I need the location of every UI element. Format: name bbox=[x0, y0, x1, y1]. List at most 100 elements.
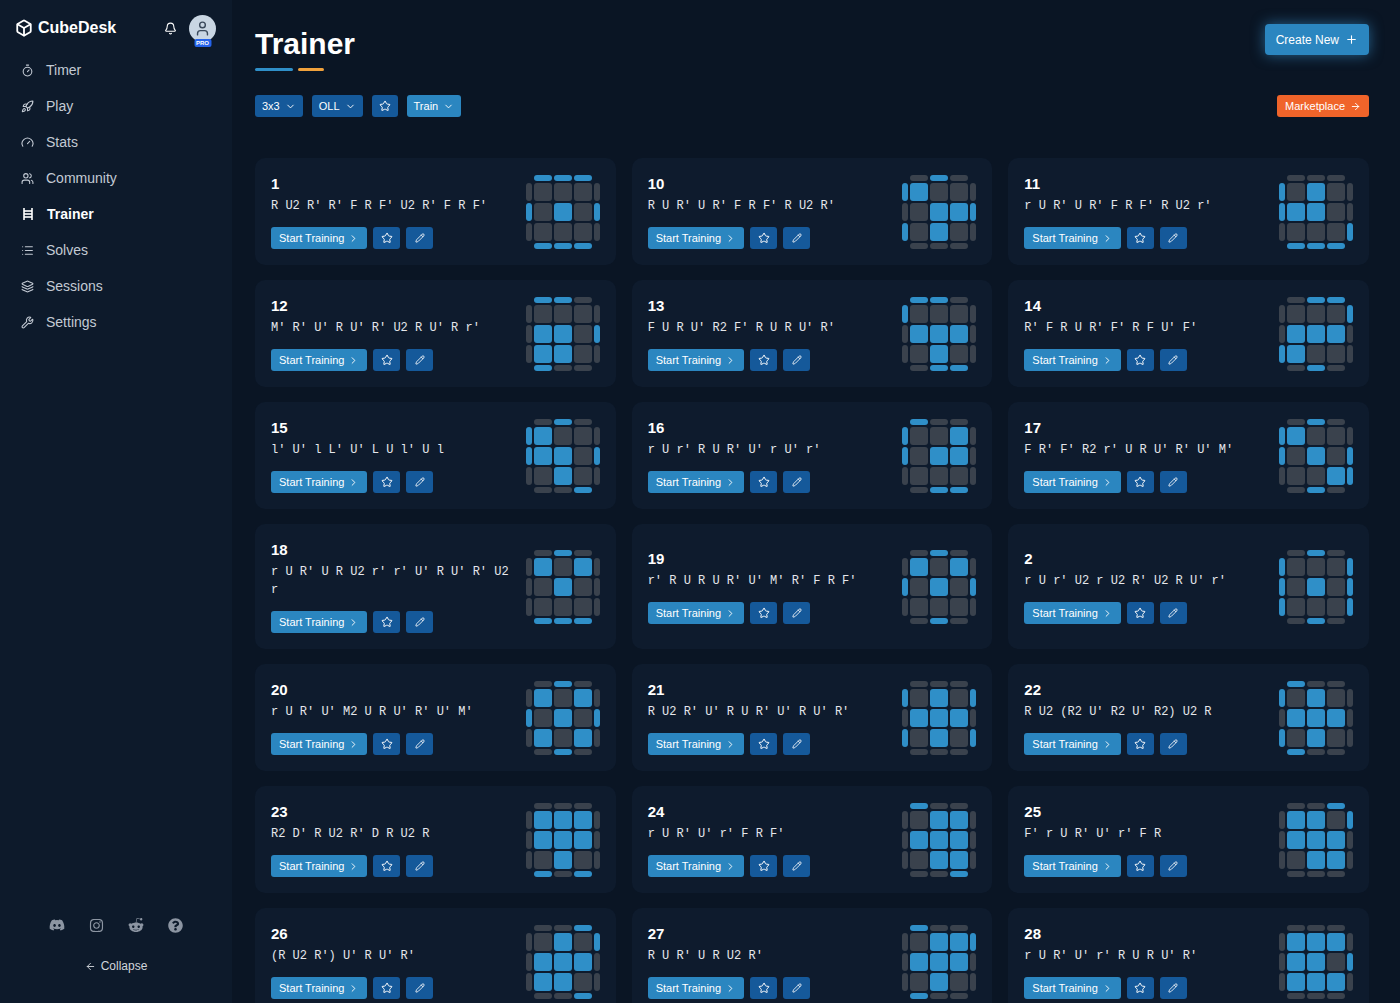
edit-button[interactable] bbox=[406, 227, 433, 249]
start-training-button[interactable]: Start Training bbox=[1024, 349, 1120, 371]
sidebar-item[interactable]: Stats bbox=[0, 124, 232, 160]
favorite-button[interactable] bbox=[1127, 977, 1154, 999]
help-icon[interactable] bbox=[168, 918, 183, 933]
favorite-button[interactable] bbox=[750, 349, 777, 371]
start-training-button[interactable]: Start Training bbox=[271, 611, 367, 633]
favorite-button[interactable] bbox=[1127, 227, 1154, 249]
start-training-button[interactable]: Start Training bbox=[648, 977, 744, 999]
edit-button[interactable] bbox=[1160, 471, 1187, 493]
favorite-button[interactable] bbox=[373, 611, 400, 633]
oll-diagram bbox=[902, 925, 976, 999]
edit-button[interactable] bbox=[1160, 855, 1187, 877]
favorite-button[interactable] bbox=[750, 227, 777, 249]
edit-button[interactable] bbox=[406, 471, 433, 493]
favorite-button[interactable] bbox=[373, 977, 400, 999]
start-training-button[interactable]: Start Training bbox=[1024, 602, 1120, 624]
favorite-button[interactable] bbox=[750, 733, 777, 755]
discord-icon[interactable] bbox=[49, 917, 65, 933]
start-training-button[interactable]: Start Training bbox=[1024, 733, 1120, 755]
filter-dropdown[interactable]: 3x3 bbox=[255, 95, 303, 117]
edit-button[interactable] bbox=[783, 733, 810, 755]
pencil-icon bbox=[1168, 861, 1178, 871]
edit-button[interactable] bbox=[406, 611, 433, 633]
favorite-button[interactable] bbox=[1127, 349, 1154, 371]
create-new-button[interactable]: Create New bbox=[1265, 24, 1369, 55]
sticker bbox=[534, 558, 552, 576]
sidebar-item[interactable]: Trainer bbox=[0, 196, 232, 232]
sticker bbox=[594, 223, 600, 241]
edit-button[interactable] bbox=[783, 471, 810, 493]
favorite-button[interactable] bbox=[750, 471, 777, 493]
filter-dropdown[interactable]: Train bbox=[407, 95, 462, 117]
bell-icon[interactable] bbox=[164, 22, 177, 35]
filter-dropdown[interactable]: OLL bbox=[312, 95, 363, 117]
sidebar-item[interactable]: Solves bbox=[0, 232, 232, 268]
start-training-button[interactable]: Start Training bbox=[648, 349, 744, 371]
sidebar-item[interactable]: Play bbox=[0, 88, 232, 124]
edit-button[interactable] bbox=[783, 977, 810, 999]
edit-button[interactable] bbox=[783, 602, 810, 624]
favorite-button[interactable] bbox=[750, 602, 777, 624]
sidebar-item[interactable]: Community bbox=[0, 160, 232, 196]
start-training-button[interactable]: Start Training bbox=[1024, 855, 1120, 877]
sidebar-item[interactable]: Settings bbox=[0, 304, 232, 340]
sticker bbox=[902, 427, 908, 445]
favorites-filter[interactable] bbox=[372, 95, 398, 117]
nav-icon bbox=[21, 136, 34, 149]
start-training-button[interactable]: Start Training bbox=[271, 227, 367, 249]
start-training-button[interactable]: Start Training bbox=[271, 471, 367, 493]
favorite-button[interactable] bbox=[373, 349, 400, 371]
edit-button[interactable] bbox=[783, 349, 810, 371]
start-training-button[interactable]: Start Training bbox=[648, 602, 744, 624]
instagram-icon[interactable] bbox=[89, 918, 104, 933]
reddit-icon[interactable] bbox=[128, 917, 144, 933]
edit-button[interactable] bbox=[406, 977, 433, 999]
collapse-button[interactable]: Collapse bbox=[85, 957, 148, 975]
favorite-button[interactable] bbox=[1127, 471, 1154, 493]
sticker bbox=[574, 933, 592, 951]
edit-button[interactable] bbox=[406, 855, 433, 877]
start-training-button[interactable]: Start Training bbox=[648, 227, 744, 249]
edit-button[interactable] bbox=[1160, 349, 1187, 371]
oll-diagram bbox=[526, 550, 600, 624]
start-training-button[interactable]: Start Training bbox=[271, 733, 367, 755]
edit-button[interactable] bbox=[783, 227, 810, 249]
edit-button[interactable] bbox=[406, 733, 433, 755]
edit-button[interactable] bbox=[1160, 227, 1187, 249]
card-number: 19 bbox=[648, 549, 887, 569]
favorite-button[interactable] bbox=[750, 855, 777, 877]
start-training-button[interactable]: Start Training bbox=[1024, 977, 1120, 999]
favorite-button[interactable] bbox=[750, 977, 777, 999]
sticker bbox=[574, 305, 592, 323]
sticker bbox=[1307, 953, 1325, 971]
start-training-button[interactable]: Start Training bbox=[648, 733, 744, 755]
favorite-button[interactable] bbox=[1127, 855, 1154, 877]
favorite-button[interactable] bbox=[1127, 602, 1154, 624]
logo[interactable]: CubeDesk bbox=[15, 16, 116, 40]
marketplace-button[interactable]: Marketplace bbox=[1277, 95, 1369, 117]
favorite-button[interactable] bbox=[1127, 733, 1154, 755]
sticker bbox=[1327, 749, 1345, 755]
sticker bbox=[574, 598, 592, 616]
start-training-button[interactable]: Start Training bbox=[1024, 471, 1120, 493]
edit-button[interactable] bbox=[783, 855, 810, 877]
sidebar-item[interactable]: Sessions bbox=[0, 268, 232, 304]
start-training-button[interactable]: Start Training bbox=[1024, 227, 1120, 249]
favorite-button[interactable] bbox=[373, 855, 400, 877]
favorite-button[interactable] bbox=[373, 471, 400, 493]
edit-button[interactable] bbox=[1160, 977, 1187, 999]
start-training-button[interactable]: Start Training bbox=[648, 855, 744, 877]
start-training-button[interactable]: Start Training bbox=[271, 977, 367, 999]
sticker bbox=[534, 223, 552, 241]
favorite-button[interactable] bbox=[373, 227, 400, 249]
start-training-button[interactable]: Start Training bbox=[271, 349, 367, 371]
sidebar-item[interactable]: Timer bbox=[0, 52, 232, 88]
start-training-button[interactable]: Start Training bbox=[271, 855, 367, 877]
favorite-button[interactable] bbox=[373, 733, 400, 755]
start-training-button[interactable]: Start Training bbox=[648, 471, 744, 493]
edit-button[interactable] bbox=[406, 349, 433, 371]
edit-button[interactable] bbox=[1160, 602, 1187, 624]
avatar[interactable]: PRO bbox=[189, 15, 216, 42]
edit-button[interactable] bbox=[1160, 733, 1187, 755]
sticker bbox=[1287, 973, 1305, 991]
